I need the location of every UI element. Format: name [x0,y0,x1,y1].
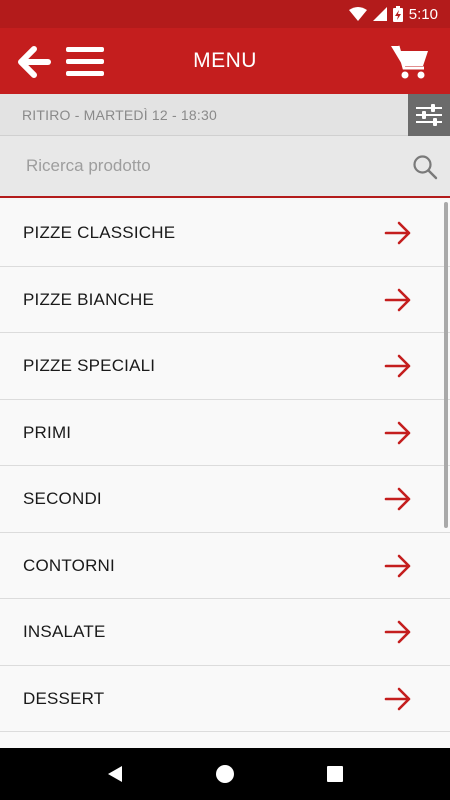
category-label: PIZZE BIANCHE [23,289,155,309]
pickup-info-bar: RITIRO - MARTEDÌ 12 - 18:30 [0,94,450,136]
category-label: INSALATE [23,622,106,641]
arrow-right-icon [384,421,411,444]
nav-recents-icon [327,766,343,782]
nav-recents-button[interactable] [315,754,355,794]
list-item[interactable]: CONTORNI [0,532,450,599]
search-bar [0,136,450,198]
arrow-right-icon [384,354,411,378]
cart-button[interactable] [388,40,432,82]
category-label: PIZZE SPECIALI [23,356,156,375]
list-item[interactable]: PIZZE SPECIALI [0,333,450,400]
search-icon [413,155,438,180]
arrow-right-icon [384,221,411,245]
battery-charging-icon [392,6,403,22]
category-label: CONTORNI [23,555,115,575]
nav-home-icon [216,765,234,783]
status-bar: 5:10 [0,0,450,28]
category-list: PIZZE CLASSICHE PIZZE BIANCHE PIZZE SPEC… [0,200,450,748]
arrow-right-icon [384,288,411,311]
nav-back-button[interactable] [95,754,135,794]
list-item[interactable] [0,732,450,748]
search-input[interactable] [0,136,400,196]
filter-button[interactable] [408,94,450,136]
list-item[interactable]: DESSERT [0,665,450,732]
hamburger-menu-button[interactable] [64,42,106,82]
category-label: PIZZE CLASSICHE [23,223,176,242]
signal-icon [372,7,387,21]
app-bar: MENU [0,28,450,94]
arrow-right-icon [384,620,411,644]
category-label: PRIMI [23,422,72,442]
arrow-right-icon [384,554,411,577]
shopping-cart-icon [391,45,428,79]
category-label: SECONDI [23,489,102,508]
sliders-icon [416,104,442,126]
arrow-right-icon [384,487,411,511]
list-item[interactable]: INSALATE [0,599,450,666]
pickup-time-label: RITIRO - MARTEDÌ 12 - 18:30 [22,107,217,123]
list-scrollbar[interactable] [444,202,448,528]
system-nav-bar [0,748,450,800]
list-item[interactable]: SECONDI [0,466,450,533]
list-item[interactable]: PIZZE CLASSICHE [0,200,450,267]
arrow-right-icon [384,687,411,710]
nav-home-button[interactable] [205,754,245,794]
back-button[interactable] [14,42,54,82]
category-label: DESSERT [23,688,105,708]
nav-back-icon [108,766,122,782]
list-item[interactable]: PIZZE BIANCHE [0,266,450,333]
back-arrow-icon [18,46,51,78]
status-time: 5:10 [408,5,438,23]
search-button[interactable] [410,152,440,182]
list-item[interactable]: PRIMI [0,399,450,466]
wifi-icon [348,7,367,21]
hamburger-menu-icon [66,47,104,76]
